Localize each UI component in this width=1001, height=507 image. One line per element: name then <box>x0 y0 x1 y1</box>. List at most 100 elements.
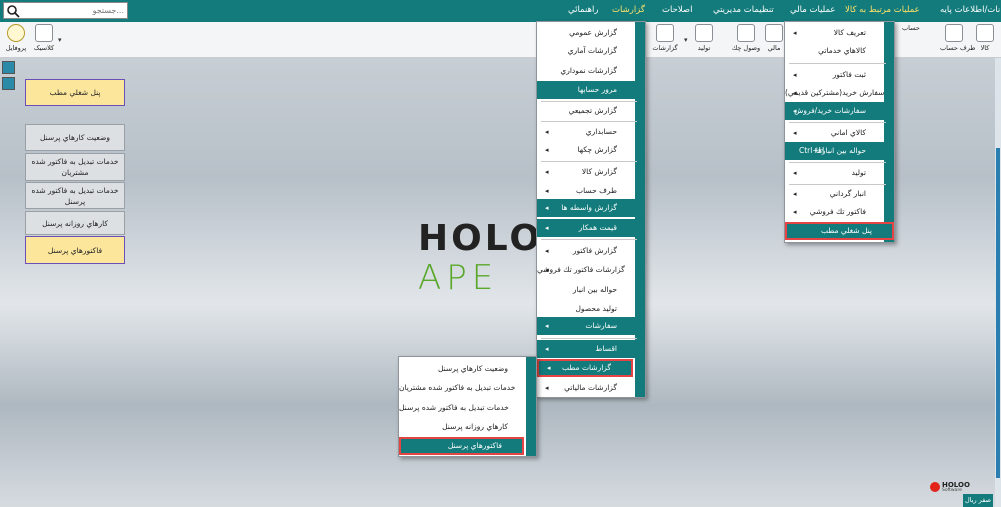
menu-item-invoice-report[interactable]: ◂ گزارش فاکتور <box>537 242 637 260</box>
menu-item-label: خدمات تبديل به فاکتور شده مشتريان <box>399 383 516 392</box>
chevron-left-icon: ◂ <box>545 384 549 392</box>
classic-dropdown-caret[interactable]: ▾ <box>58 36 62 44</box>
panel-staff-status[interactable]: وضعيت کارهاي پرسنل <box>25 124 125 151</box>
toolbar-party-button[interactable]: طرف حساب <box>940 24 975 56</box>
clinic-panel-button[interactable]: پنل شغلي مطب <box>25 79 125 106</box>
menu-item-installments[interactable]: ◂ اقساط <box>537 340 637 358</box>
info-icon <box>7 24 25 42</box>
menu-goods-operations[interactable]: عمليات مرتبط به کالا <box>845 5 920 15</box>
top-menubar: امکانات/اطلاعات پايه عمليات مرتبط به کال… <box>0 0 1001 22</box>
submenu-item-staff-invoiced-services[interactable]: خدمات تبديل به فاکتور شده پرسنل <box>399 399 528 417</box>
chevron-left-icon: ◂ <box>545 247 549 255</box>
menu-item-label: گزارشات نموداري <box>560 66 617 75</box>
menu-item-warehouse-transfer[interactable]: Ctrl+H حواله بين انبارها <box>785 142 886 160</box>
menu-item-product-production[interactable]: توليد محصول <box>537 300 637 318</box>
menu-item-party-report[interactable]: ◂ طرف حساب <box>537 182 637 200</box>
panel-staff-invoiced-services[interactable]: خدمات تبديل به فاکتور شده پرسنل <box>25 182 125 209</box>
menu-help[interactable]: راهنمائي <box>568 5 598 15</box>
scrollbar-thumb[interactable] <box>996 148 1000 478</box>
menu-item-label: وضعيت کارهاي پرسنل <box>437 364 508 373</box>
menu-item-single-sale-invoice[interactable]: ◂ فاکتور تك فروشي <box>785 203 886 221</box>
toolbar-finance-button[interactable]: مالي <box>764 24 784 56</box>
goods-operations-menu: ◂ تعريف کالا کالاهاي خدماتي ◂ ثبت فاکتور ◂… <box>784 21 895 243</box>
submenu-item-staff-daily-work[interactable]: کارهاي روزانه پرسنل <box>399 418 528 436</box>
toolbar-profile-button[interactable]: پروفايل <box>3 24 29 56</box>
menu-item-tax-reports[interactable]: ◂ گزارشات مالياتي <box>537 379 637 397</box>
menu-item-label: مرور حسابها <box>577 85 617 94</box>
clinic-reports-submenu: وضعيت کارهاي پرسنل خدمات تبديل به فاکتور… <box>398 356 537 457</box>
chevron-left-icon: ◂ <box>793 208 797 216</box>
search-input[interactable] <box>22 4 124 17</box>
toolbar-cheque-button[interactable]: وصول چك <box>730 24 762 56</box>
menu-item-label: کالاهاي خدماتي <box>818 46 866 55</box>
toolbar-account-button[interactable]: حساب <box>902 24 920 56</box>
person-icon <box>945 24 963 42</box>
menu-item-label: سفارش خريد(مشترکين قديمي) <box>785 88 885 97</box>
menu-item-production[interactable]: ◂ توليد <box>785 164 886 182</box>
menu-management-settings[interactable]: تنظيمات مديريتي <box>713 5 774 15</box>
toolbar-reports-button[interactable]: گزارشات <box>652 24 678 56</box>
menu-item-warehouse-transfer-report[interactable]: حواله بين انبار <box>537 281 637 299</box>
menu-item-accounts-review[interactable]: مرور حسابها <box>537 81 637 99</box>
menu-item-label: گزارشات مالياتي <box>564 383 617 392</box>
menu-item-broker-report[interactable]: ◂ گزارش واسطه ها <box>537 199 637 217</box>
menu-item-aggregate-report[interactable]: گزارش تجميعي <box>537 102 637 120</box>
menu-item-single-sale-invoice-reports[interactable]: ◂ گزارشات فاکتور تك فروشي <box>537 261 637 279</box>
menu-item-chart-reports[interactable]: گزارشات نموداري <box>537 62 637 80</box>
toolbar-classic-button[interactable]: کلاسيک <box>31 24 57 56</box>
menu-item-clinic-panel[interactable]: پنل شغلي مطب <box>785 222 894 240</box>
menu-item-label: خدمات تبديل به فاکتور شده پرسنل <box>399 403 509 412</box>
envelope-icon <box>737 24 755 42</box>
menu-item-consignment-goods[interactable]: ◂ کالاي اماني <box>785 124 886 142</box>
menu-item-label: قيمت همکار <box>578 223 617 232</box>
menu-corrections[interactable]: اصلاحات <box>662 5 693 15</box>
menu-item-label: توليد <box>851 168 866 177</box>
menu-item-orders[interactable]: ◂ سفارشات <box>537 317 637 335</box>
menu-item-general-report[interactable]: گزارش عمومي <box>537 24 637 42</box>
toolbar-dropdown-caret[interactable]: ▾ <box>684 36 688 44</box>
menu-item-partner-price[interactable]: ◂ قيمت همکار <box>537 219 637 237</box>
chevron-left-icon: ◂ <box>545 224 549 232</box>
menu-item-label: سفارشات خريد/فروش <box>794 106 866 115</box>
menu-reports[interactable]: گزارشات <box>612 5 645 15</box>
menu-base-info[interactable]: امکانات/اطلاعات پايه <box>940 5 1001 15</box>
panel-customer-invoiced-services[interactable]: خدمات تبديل به فاکتور شده مشتريان <box>25 153 125 181</box>
menu-item-accounting[interactable]: ◂ حسابداري <box>537 123 637 141</box>
toolbar-production-button[interactable]: توليد <box>693 24 715 56</box>
panel-staff-daily-work[interactable]: کارهاي روزانه پرسنل <box>25 211 125 235</box>
toolbar-goods-button[interactable]: کالا <box>972 24 998 56</box>
chevron-left-icon: ◂ <box>547 364 551 372</box>
menu-item-goods-report[interactable]: ◂ گزارش کالا <box>537 163 637 181</box>
menu-separator <box>541 338 637 339</box>
submenu-item-staff-invoices[interactable]: فاکتورهاي پرسنل <box>399 437 524 455</box>
menu-item-register-invoice[interactable]: ◂ ثبت فاکتور <box>785 66 886 84</box>
menu-item-stocktaking[interactable]: ◂ انبار گرداني <box>785 185 886 203</box>
chevron-left-icon: ◂ <box>545 128 549 136</box>
menu-item-statistical-reports[interactable]: گزارشات آماري <box>537 42 637 60</box>
menu-item-label: گزارش کالا <box>581 167 617 176</box>
menu-financial-operations[interactable]: عمليات مالي <box>790 5 835 15</box>
toolbar-goods-label: کالا <box>980 44 990 52</box>
side-user-icon[interactable] <box>2 77 15 90</box>
chevron-left-icon: ◂ <box>793 107 797 115</box>
menu-item-service-goods[interactable]: کالاهاي خدماتي <box>785 42 886 60</box>
menu-item-cheque-report[interactable]: ◂ گزارش چکها <box>537 141 637 159</box>
menu-item-clinic-reports[interactable]: ◂ گزارشات مطب <box>537 359 633 377</box>
menu-item-old-purchase-order[interactable]: ◂ سفارش خريد(مشترکين قديمي) <box>785 84 886 102</box>
submenu-item-staff-status[interactable]: وضعيت کارهاي پرسنل <box>399 360 528 378</box>
menu-item-define-goods[interactable]: ◂ تعريف کالا <box>785 24 886 42</box>
chevron-left-icon: ◂ <box>793 129 797 137</box>
search-box[interactable] <box>3 2 128 19</box>
brand-sub: Software <box>942 488 962 493</box>
toolbar-finance-label: مالي <box>767 44 781 52</box>
vertical-scrollbar[interactable] <box>995 58 1001 507</box>
side-info-icon[interactable] <box>2 61 15 74</box>
search-icon[interactable] <box>6 4 20 18</box>
submenu-item-customer-invoiced-services[interactable]: خدمات تبديل به فاکتور شده مشتريان <box>399 379 528 397</box>
menu-item-label: گزارش تجميعي <box>568 106 617 115</box>
toolbar-party-label: طرف حساب <box>940 44 976 52</box>
chevron-left-icon: ◂ <box>545 266 549 274</box>
panel-staff-invoices[interactable]: فاکتورهاي پرسنل <box>25 236 125 264</box>
menu-shortcut: Ctrl+H <box>799 146 825 155</box>
menu-item-purchase-sale-orders[interactable]: ◂ سفارشات خريد/فروش <box>785 102 886 120</box>
